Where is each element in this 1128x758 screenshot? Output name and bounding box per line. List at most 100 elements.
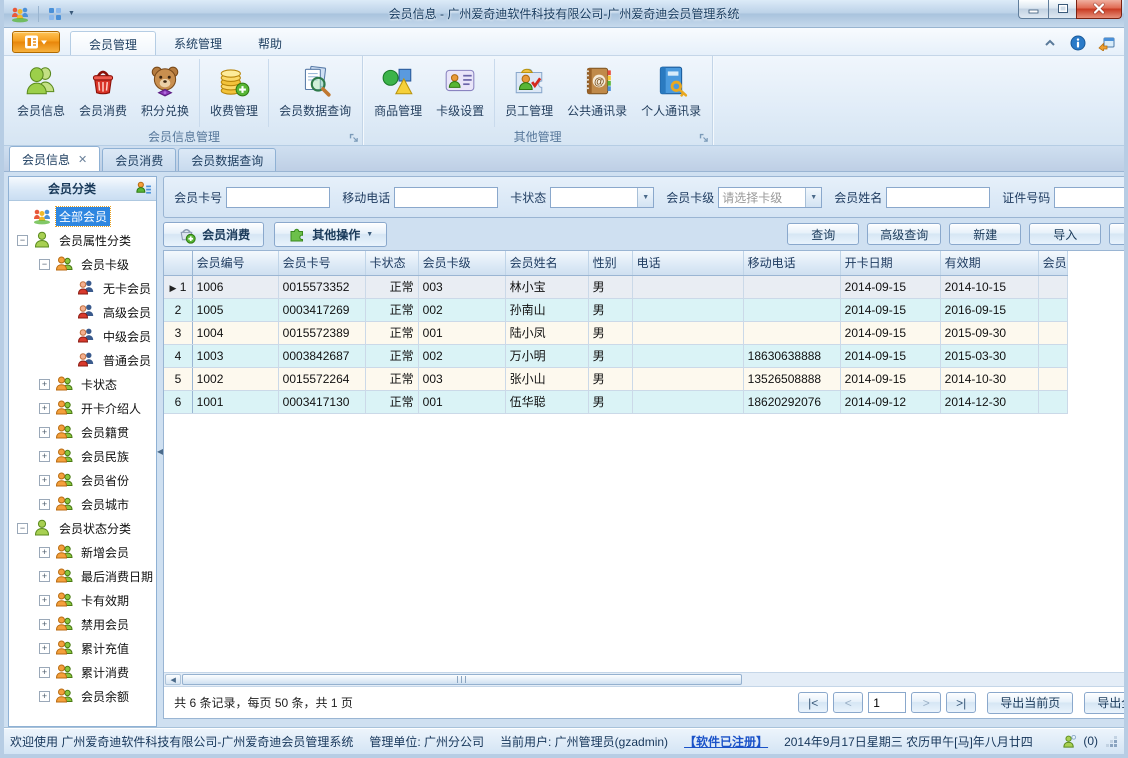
- member-category-settings-icon[interactable]: [135, 180, 152, 197]
- ribbon-item-fee-management[interactable]: 收费管理: [203, 59, 270, 127]
- tree-expander-plus-icon[interactable]: +: [39, 474, 50, 486]
- tree-expander-plus-icon[interactable]: +: [39, 570, 50, 582]
- ribbon-item-product-management[interactable]: 商品管理: [367, 59, 429, 127]
- tree-item-0[interactable]: 全部会员: [9, 204, 156, 228]
- tree-item-14[interactable]: + 新增会员: [9, 540, 156, 564]
- ribbon-item-member-consume[interactable]: 会员消费: [72, 59, 134, 127]
- column-header-1[interactable]: 会员卡号: [278, 251, 366, 276]
- chevron-down-icon[interactable]: ▼: [637, 187, 654, 207]
- ribbon-item-member-data-query[interactable]: 会员数据查询: [272, 59, 358, 127]
- tree-expander-plus-icon[interactable]: +: [39, 546, 50, 558]
- ribbon-item-card-level-settings[interactable]: 卡级设置: [429, 59, 496, 127]
- doc-tab-member-info[interactable]: 会员信息 ✕: [9, 146, 101, 171]
- tree-expander-plus-icon[interactable]: +: [39, 450, 50, 462]
- application-menu-button[interactable]: [12, 31, 60, 53]
- ribbon-item-public-contacts[interactable]: @ 公共通讯录: [560, 59, 634, 127]
- advanced-query-button[interactable]: 高级查询: [867, 223, 942, 245]
- member-consume-button[interactable]: 会员消费: [163, 221, 265, 247]
- tree-item-1[interactable]: − 会员属性分类: [9, 228, 156, 252]
- close-button[interactable]: [1076, 0, 1122, 19]
- tree-item-19[interactable]: + 累计消费: [9, 660, 156, 684]
- tree-item-11[interactable]: + 会员省份: [9, 468, 156, 492]
- previous-page-button[interactable]: <: [833, 692, 864, 713]
- search-input-mobile-phone[interactable]: [394, 186, 499, 208]
- search-input-id-number[interactable]: [1054, 186, 1124, 208]
- export-all-pages-button[interactable]: 导出全部页: [1084, 691, 1124, 714]
- column-header-2[interactable]: 卡状态: [365, 251, 419, 276]
- column-header-3[interactable]: 会员卡级: [418, 251, 506, 276]
- switch-window-icon[interactable]: [1098, 35, 1116, 51]
- tree-expander-plus-icon[interactable]: +: [39, 690, 50, 702]
- tree-item-9[interactable]: + 会员籍贯: [9, 420, 156, 444]
- export-current-page-button[interactable]: 导出当前页: [987, 691, 1074, 714]
- tree-item-13[interactable]: − 会员状态分类: [9, 516, 156, 540]
- last-page-button[interactable]: >|: [946, 692, 977, 713]
- dialog-launcher-icon[interactable]: [348, 132, 359, 143]
- help-info-icon[interactable]: [1070, 35, 1086, 51]
- ribbon-item-personal-contacts[interactable]: 个人通讯录: [634, 59, 708, 127]
- ribbon-item-points-exchange[interactable]: 积分兑换: [134, 59, 201, 127]
- minimize-button[interactable]: [1018, 0, 1048, 19]
- column-header-10[interactable]: 会员: [1038, 251, 1068, 276]
- ribbon-item-member-info[interactable]: 会员信息: [10, 59, 72, 127]
- tree-expander-plus-icon[interactable]: +: [39, 402, 50, 414]
- tree-item-7[interactable]: + 卡状态: [9, 372, 156, 396]
- column-header-4[interactable]: 会员姓名: [505, 251, 589, 276]
- column-header-9[interactable]: 有效期: [940, 251, 1039, 276]
- scroll-left-icon[interactable]: ◀: [165, 674, 182, 685]
- doc-tab-member-consume[interactable]: 会员消费: [102, 148, 177, 171]
- tree-item-2[interactable]: − 会员卡级: [9, 252, 156, 276]
- menu-tab-help[interactable]: 帮助: [240, 31, 300, 55]
- ribbon-item-staff-management[interactable]: 员工管理: [498, 59, 560, 127]
- tab-close-icon[interactable]: ✕: [78, 153, 87, 166]
- tree-expander-plus-icon[interactable]: +: [39, 618, 50, 630]
- column-header-8[interactable]: 开卡日期: [840, 251, 941, 276]
- export-button[interactable]: 导出: [1109, 223, 1124, 245]
- tree-item-15[interactable]: + 最后消费日期: [9, 564, 156, 588]
- tree-expander-plus-icon[interactable]: +: [39, 378, 50, 390]
- doc-tab-member-data-query[interactable]: 会员数据查询: [178, 148, 277, 171]
- column-header-5[interactable]: 性别: [588, 251, 633, 276]
- tree-expander-plus-icon[interactable]: +: [39, 498, 50, 510]
- tree-item-4[interactable]: 高级会员: [9, 300, 156, 324]
- tree-item-8[interactable]: + 开卡介绍人: [9, 396, 156, 420]
- collapse-ribbon-icon[interactable]: [1042, 35, 1058, 51]
- menu-tab-system-management[interactable]: 系统管理: [156, 31, 240, 55]
- tree-expander-plus-icon[interactable]: +: [39, 426, 50, 438]
- import-button[interactable]: 导入: [1029, 223, 1102, 245]
- table-row[interactable]: 2 1005 0003417269 正常 002 孙南山男 2014-09-15 2016-0…: [164, 298, 1068, 322]
- table-row[interactable]: 4 1003 0003842687 正常 002 万小明男 18630638888 2014-…: [164, 344, 1068, 368]
- tree-item-16[interactable]: + 卡有效期: [9, 588, 156, 612]
- tree-item-20[interactable]: + 会员余额: [9, 684, 156, 708]
- tree-item-3[interactable]: 无卡会员: [9, 276, 156, 300]
- tree-expander-plus-icon[interactable]: +: [39, 642, 50, 654]
- table-row[interactable]: ▶ 1 1006 0015573352 正常 003 林小宝男 2014-09-15 2014…: [164, 275, 1068, 299]
- first-page-button[interactable]: |<: [798, 692, 829, 713]
- tree-item-18[interactable]: + 累计充值: [9, 636, 156, 660]
- search-input-member-name[interactable]: [886, 186, 991, 208]
- horizontal-scrollbar[interactable]: ◀ ▶: [164, 672, 1124, 686]
- table-row[interactable]: 3 1004 0015572389 正常 001 陆小凤男 2014-09-15 2015-0…: [164, 321, 1068, 345]
- tree-expander-plus-icon[interactable]: +: [39, 666, 50, 678]
- tree-expander-plus-icon[interactable]: +: [39, 594, 50, 606]
- search-input-member-card-no[interactable]: [226, 186, 331, 208]
- search-select-card-status[interactable]: ▼: [550, 186, 655, 208]
- column-header-6[interactable]: 电话: [632, 251, 744, 276]
- column-header-7[interactable]: 移动电话: [743, 251, 841, 276]
- tree-expander-minus-icon[interactable]: −: [17, 234, 28, 246]
- tree-item-12[interactable]: + 会员城市: [9, 492, 156, 516]
- software-registered-link[interactable]: 【软件已注册】: [684, 733, 768, 750]
- chevron-down-icon[interactable]: ▼: [805, 187, 822, 207]
- tree-expander-minus-icon[interactable]: −: [17, 522, 28, 534]
- menu-tab-member-management[interactable]: 会员管理: [70, 31, 157, 55]
- page-number-input[interactable]: [868, 692, 907, 713]
- tree-item-17[interactable]: + 禁用会员: [9, 612, 156, 636]
- tree-item-6[interactable]: 普通会员: [9, 348, 156, 372]
- dialog-launcher-icon[interactable]: [698, 132, 709, 143]
- tree-expander-minus-icon[interactable]: −: [39, 258, 50, 270]
- horizontal-scroll-thumb[interactable]: [182, 674, 742, 685]
- table-row[interactable]: 6 1001 0003417130 正常 001 伍华聪男 18620292076 2014-…: [164, 390, 1068, 414]
- new-button[interactable]: 新建: [949, 223, 1022, 245]
- resize-grip-icon[interactable]: [1104, 734, 1118, 748]
- tree-item-10[interactable]: + 会员民族: [9, 444, 156, 468]
